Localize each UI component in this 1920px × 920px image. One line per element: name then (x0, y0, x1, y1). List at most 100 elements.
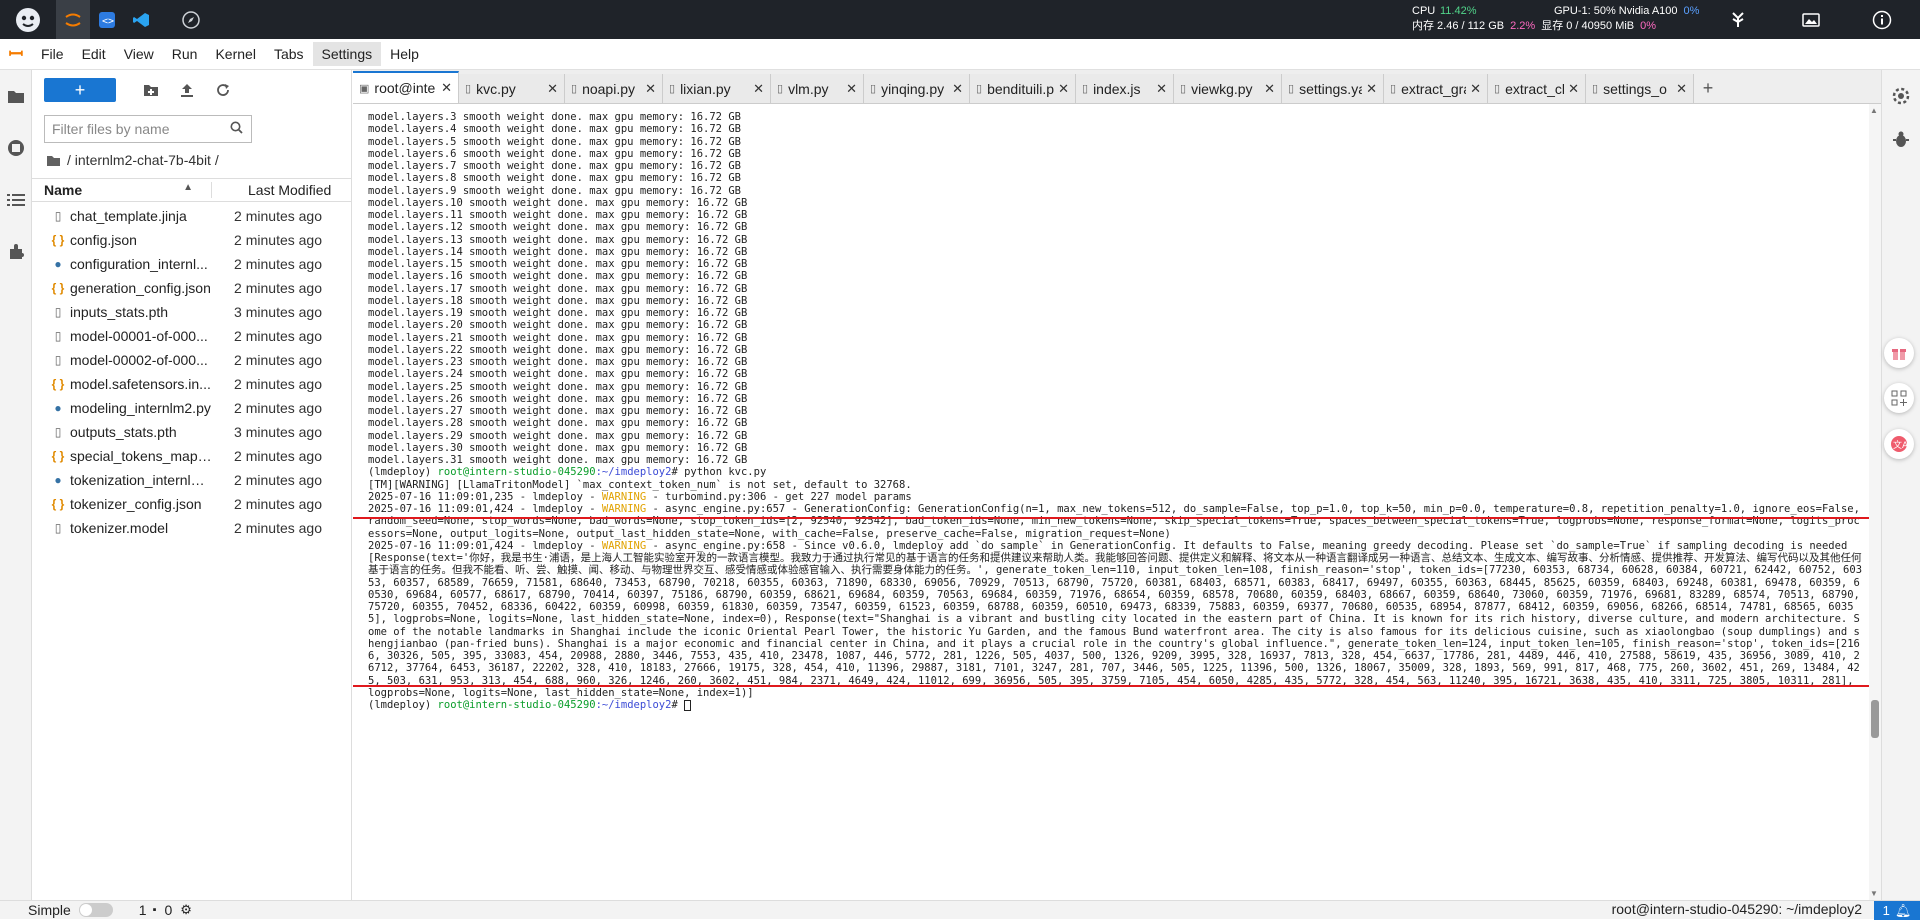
tab-file[interactable]: ▯ index.js ✕ (1076, 74, 1174, 103)
apps-grid-icon[interactable] (1884, 383, 1914, 413)
file-row[interactable]: ▯ inputs_stats.pth 3 minutes ago (32, 300, 352, 324)
menu-view[interactable]: View (115, 42, 163, 66)
fork-icon[interactable] (1722, 0, 1754, 39)
file-name[interactable]: modeling_internlm2.py (70, 400, 212, 416)
close-tab-icon[interactable]: ✕ (441, 80, 452, 96)
menu-settings[interactable]: Settings (312, 42, 382, 66)
tab-file[interactable]: ▯ bendituili.p ✕ (970, 74, 1076, 103)
image-icon[interactable] (1795, 0, 1827, 39)
file-name[interactable]: special_tokens_map.j... (70, 448, 212, 464)
menu-help[interactable]: Help (381, 42, 428, 66)
running-kernels-icon[interactable] (0, 122, 31, 174)
tab-file[interactable]: ▯ settings.ya ✕ (1282, 74, 1384, 103)
tab-file[interactable]: ▯ yinqing.py ✕ (864, 74, 970, 103)
kernel-count[interactable]: 0 (165, 902, 173, 918)
file-row[interactable]: { } generation_config.json 2 minutes ago (32, 276, 352, 300)
file-row[interactable]: ▯ model-00001-of-000... 2 minutes ago (32, 324, 352, 348)
close-tab-icon[interactable]: ✕ (547, 81, 558, 97)
extensions-icon[interactable] (0, 226, 31, 278)
compass-icon[interactable] (158, 0, 224, 39)
property-inspector-icon[interactable] (1882, 74, 1920, 118)
file-row[interactable]: { } special_tokens_map.j... 2 minutes ago (32, 444, 352, 468)
close-tab-icon[interactable]: ✕ (1676, 81, 1687, 97)
table-of-contents-icon[interactable] (0, 174, 31, 226)
new-folder-icon[interactable] (140, 79, 162, 101)
tab-file[interactable]: ▯ viewkg.py ✕ (1174, 74, 1282, 103)
menu-run[interactable]: Run (163, 42, 207, 66)
notification-button[interactable]: 1 🔔︎ (1874, 901, 1920, 920)
tab-file[interactable]: ▯ noapi.py ✕ (565, 74, 663, 103)
vscode-app-icon[interactable] (124, 0, 158, 39)
file-row[interactable]: ▯ tokenizer.model 2 minutes ago (32, 516, 352, 540)
close-tab-icon[interactable]: ✕ (1058, 81, 1069, 97)
close-tab-icon[interactable]: ✕ (952, 81, 963, 97)
terminal-count[interactable]: 1 (139, 902, 147, 918)
scroll-down-icon[interactable]: ▼ (1870, 889, 1878, 898)
file-row[interactable]: ▯ outputs_stats.pth 3 minutes ago (32, 420, 352, 444)
tab-file[interactable]: ▯ settings_o ✕ (1586, 74, 1694, 103)
file-name[interactable]: generation_config.json (70, 280, 212, 296)
breadcrumb-path[interactable]: / internlm2-chat-7b-4bit / (67, 152, 219, 168)
file-row[interactable]: { } tokenizer_config.json 2 minutes ago (32, 492, 352, 516)
tab-file[interactable]: ▯ vlm.py ✕ (771, 74, 864, 103)
tab-file[interactable]: ▯ kvc.py ✕ (459, 74, 565, 103)
file-row[interactable]: { } model.safetensors.in... 2 minutes ago (32, 372, 352, 396)
breadcrumb-folder-icon[interactable] (46, 154, 61, 167)
file-name[interactable]: model-00002-of-000... (70, 352, 212, 368)
menu-kernel[interactable]: Kernel (206, 42, 264, 66)
tab-terminal[interactable]: ▣ root@inte ✕ (353, 71, 459, 103)
file-name[interactable]: chat_template.jinja (70, 208, 212, 224)
refresh-icon[interactable] (212, 79, 234, 101)
menu-edit[interactable]: Edit (73, 42, 115, 66)
close-tab-icon[interactable]: ✕ (1264, 81, 1275, 97)
file-name[interactable]: model-00001-of-000... (70, 328, 212, 344)
file-row[interactable]: ▯ chat_template.jinja 2 minutes ago (32, 204, 352, 228)
close-tab-icon[interactable]: ✕ (753, 81, 764, 97)
gift-icon[interactable] (1884, 338, 1914, 368)
simple-mode-toggle[interactable] (78, 903, 113, 917)
file-row[interactable]: ● tokenization_internlm... 2 minutes ago (32, 468, 352, 492)
close-tab-icon[interactable]: ✕ (1156, 81, 1167, 97)
file-row[interactable]: { } config.json 2 minutes ago (32, 228, 352, 252)
tab-file[interactable]: ▯ extract_gra ✕ (1384, 74, 1488, 103)
file-row[interactable]: ● modeling_internlm2.py 2 minutes ago (32, 396, 352, 420)
name-column-header[interactable]: Name ▲ (32, 182, 212, 198)
file-name[interactable]: tokenizer.model (70, 520, 212, 536)
debugger-icon[interactable] (1882, 118, 1920, 162)
menu-file[interactable]: File (32, 42, 73, 66)
file-name[interactable]: tokenizer_config.json (70, 496, 212, 512)
scroll-up-icon[interactable]: ▲ (1870, 106, 1878, 115)
jupyter-app-icon[interactable] (56, 0, 90, 39)
file-row[interactable]: ▯ model-00002-of-000... 2 minutes ago (32, 348, 352, 372)
scrollbar-thumb[interactable] (1871, 700, 1879, 738)
file-name[interactable]: inputs_stats.pth (70, 304, 212, 320)
file-name[interactable]: configuration_internl... (70, 256, 212, 272)
terminal-icon: ▪ (152, 904, 157, 916)
close-tab-icon[interactable]: ✕ (1366, 81, 1377, 97)
translate-icon[interactable]: 文A (1884, 429, 1914, 459)
file-filter-search[interactable] (44, 115, 252, 143)
file-filter-input[interactable] (45, 121, 223, 137)
file-name[interactable]: outputs_stats.pth (70, 424, 212, 440)
menu-tabs[interactable]: Tabs (265, 42, 313, 66)
file-name[interactable]: config.json (70, 232, 212, 248)
tab-file[interactable]: ▯ extract_cla✕ (1488, 74, 1586, 103)
add-tab-icon[interactable]: + (1694, 74, 1722, 103)
close-tab-icon[interactable]: ✕ (1470, 81, 1481, 97)
last-modified-column-header[interactable]: Last Modified (212, 182, 331, 198)
folder-icon[interactable] (0, 70, 31, 122)
file-row[interactable]: ● configuration_internl... 2 minutes ago (32, 252, 352, 276)
app-logo-icon[interactable] (0, 0, 56, 39)
upload-icon[interactable] (176, 79, 198, 101)
file-name[interactable]: model.safetensors.in... (70, 376, 212, 392)
new-launcher-button[interactable]: + (44, 78, 116, 102)
close-tab-icon[interactable]: ✕ (1568, 81, 1579, 97)
terminal[interactable]: model.layers.3 smooth weight done. max g… (353, 104, 1881, 900)
terminal-scrollbar[interactable]: ▲ ▼ (1869, 104, 1881, 900)
close-tab-icon[interactable]: ✕ (846, 81, 857, 97)
tab-file[interactable]: ▯ lixian.py ✕ (663, 74, 771, 103)
file-name[interactable]: tokenization_internlm... (70, 472, 212, 488)
close-tab-icon[interactable]: ✕ (645, 81, 656, 97)
info-icon[interactable] (1866, 0, 1898, 39)
code-editor-app-icon[interactable]: <> (90, 0, 124, 39)
